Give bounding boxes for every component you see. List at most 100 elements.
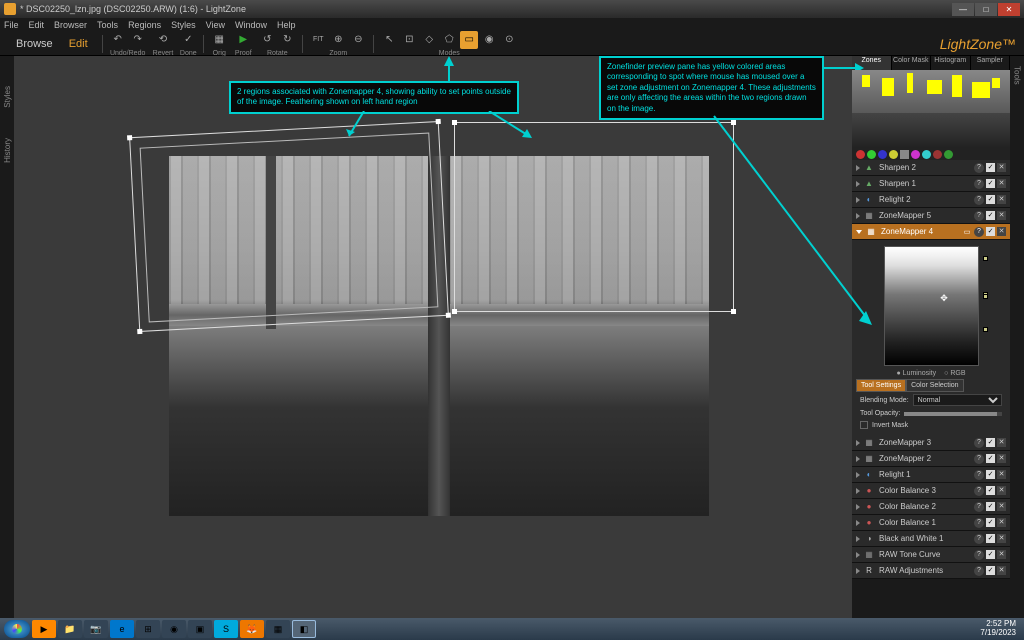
help-icon[interactable]: ? [974,195,984,205]
enable-checkbox[interactable]: ✓ [986,470,995,479]
taskbar-icon[interactable]: ▣ [188,620,212,638]
region-indicator-icon[interactable]: ▭ [962,227,972,237]
delete-button[interactable]: ✕ [997,227,1006,236]
tab-tool-settings[interactable]: Tool Settings [856,379,906,392]
expand-icon[interactable] [856,504,860,510]
proof-button[interactable]: ▶ [234,31,252,49]
help-icon[interactable]: ? [974,179,984,189]
tab-history[interactable]: History [3,138,12,163]
tab-color-selection[interactable]: Color Selection [906,379,963,392]
tool-row[interactable]: ● Color Balance 3 ?✓✕ [852,483,1010,499]
tab-styles[interactable]: Styles [3,86,12,108]
opacity-slider[interactable] [904,412,1002,416]
delete-button[interactable]: ✕ [997,438,1006,447]
tool-row[interactable]: ● Color Balance 2 ?✓✕ [852,499,1010,515]
radio-luminosity[interactable]: ● Luminosity [896,370,936,377]
enable-checkbox[interactable]: ✓ [986,486,995,495]
tool-row[interactable]: ▦ ZoneMapper 5 ?✓✕ [852,208,1010,224]
taskbar-icon[interactable]: e [110,620,134,638]
menu-regions[interactable]: Regions [128,20,161,30]
tool-row[interactable]: ▲ Sharpen 1 ?✓✕ [852,176,1010,192]
taskbar-icon[interactable]: ▶ [32,620,56,638]
enable-checkbox[interactable]: ✓ [986,518,995,527]
swatch-icon[interactable] [911,150,920,159]
radio-rgb[interactable]: ○ RGB [944,370,965,377]
mode-rotate[interactable]: ◇ [420,31,438,49]
enable-checkbox[interactable]: ✓ [986,438,995,447]
tool-row[interactable]: ◐ Relight 1 ?✓✕ [852,467,1010,483]
delete-button[interactable]: ✕ [997,454,1006,463]
mode-region-active[interactable]: ▭ [460,31,478,49]
delete-button[interactable]: ✕ [997,470,1006,479]
expand-icon[interactable] [856,488,860,494]
help-icon[interactable]: ? [974,454,984,464]
done-button[interactable]: ✓ [179,31,197,49]
taskbar-icon[interactable]: ⊞ [136,620,160,638]
enable-checkbox[interactable]: ✓ [986,163,995,172]
zone-handle[interactable] [983,294,988,299]
expand-icon[interactable] [856,552,860,558]
collapse-icon[interactable] [856,230,862,234]
delete-button[interactable]: ✕ [997,550,1006,559]
enable-checkbox[interactable]: ✓ [986,550,995,559]
expand-icon[interactable] [856,568,860,574]
enable-checkbox[interactable]: ✓ [986,195,995,204]
help-icon[interactable]: ? [974,518,984,528]
help-icon[interactable]: ? [974,502,984,512]
swatch-icon[interactable] [878,150,887,159]
swatch-icon[interactable] [933,150,942,159]
expand-icon[interactable] [856,181,860,187]
tab-colormask[interactable]: Color Mask [892,56,932,70]
expand-icon[interactable] [856,213,860,219]
orig-button[interactable]: ▦ [210,31,228,49]
rotate-right-button[interactable]: ↻ [278,31,296,49]
mode-spot[interactable]: ◉ [480,31,498,49]
zone-handle[interactable] [983,327,988,332]
menu-file[interactable]: File [4,20,19,30]
zone-handle[interactable] [983,256,988,261]
enable-checkbox[interactable]: ✓ [986,227,995,236]
close-button[interactable]: ✕ [998,3,1020,16]
swatch-icon[interactable] [889,150,898,159]
canvas[interactable]: 2 regions associated with Zonemapper 4, … [14,56,852,618]
mode-clone[interactable]: ⊙ [500,31,518,49]
tool-row[interactable]: ▦ RAW Tone Curve ?✓✕ [852,547,1010,563]
help-icon[interactable]: ? [974,470,984,480]
expand-icon[interactable] [856,440,860,446]
region-2[interactable] [454,122,734,312]
swatch-icon[interactable] [922,150,931,159]
swatch-icon[interactable] [867,150,876,159]
help-icon[interactable]: ? [974,550,984,560]
minimize-button[interactable]: — [952,3,974,16]
start-button[interactable] [4,620,30,638]
delete-button[interactable]: ✕ [997,534,1006,543]
zoom-fit-button[interactable]: FIT [309,31,327,49]
undo-button[interactable]: ↶ [109,31,127,49]
zoom-in-button[interactable]: ⊕ [329,31,347,49]
expand-icon[interactable] [856,536,860,542]
invert-checkbox[interactable] [860,421,868,429]
help-icon[interactable]: ? [974,486,984,496]
expand-icon[interactable] [856,197,860,203]
mode-crop[interactable]: ⊡ [400,31,418,49]
taskbar-icon[interactable]: ▦ [266,620,290,638]
taskbar-icon[interactable]: S [214,620,238,638]
enable-checkbox[interactable]: ✓ [986,179,995,188]
expand-icon[interactable] [856,520,860,526]
tool-row[interactable]: ▲ Sharpen 2 ?✓✕ [852,160,1010,176]
help-icon[interactable]: ? [974,163,984,173]
menu-tools[interactable]: Tools [97,20,118,30]
taskbar-icon[interactable]: 🦊 [240,620,264,638]
menu-help[interactable]: Help [277,20,296,30]
delete-button[interactable]: ✕ [997,195,1006,204]
menu-view[interactable]: View [206,20,225,30]
tool-row[interactable]: ▦ ZoneMapper 2 ?✓✕ [852,451,1010,467]
taskbar-icon[interactable]: ◉ [162,620,186,638]
menu-browser[interactable]: Browser [54,20,87,30]
menu-window[interactable]: Window [235,20,267,30]
region-1-inner[interactable] [140,133,439,323]
help-icon[interactable]: ? [974,227,984,237]
enable-checkbox[interactable]: ✓ [986,566,995,575]
maximize-button[interactable]: □ [975,3,997,16]
expand-icon[interactable] [856,456,860,462]
